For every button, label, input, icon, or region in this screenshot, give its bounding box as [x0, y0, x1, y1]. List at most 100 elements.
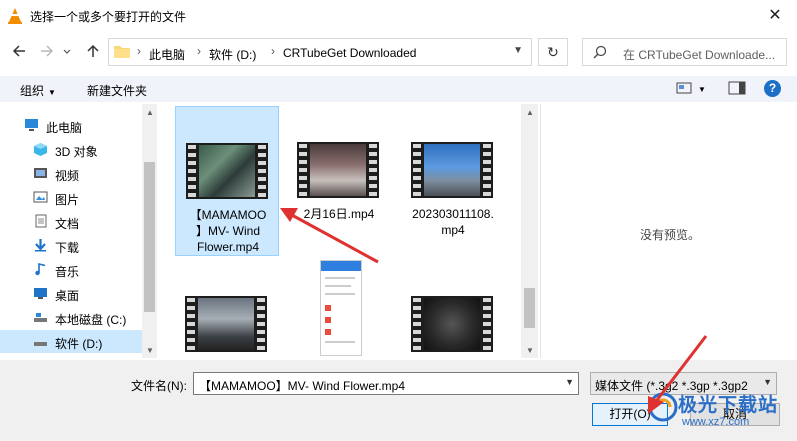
sidebar-item-music[interactable]: 音乐 — [0, 258, 142, 281]
organize-button[interactable]: 组织 ▼ — [20, 82, 56, 99]
navigation-pane: 此电脑 3D 对象 视频 图片 文档 下载 音乐 桌面 本地磁盘 (C:) 软件… — [0, 104, 157, 358]
search-placeholder: 在 CRTubeGet Downloade... — [623, 48, 776, 62]
scroll-down-icon[interactable]: ▼ — [526, 346, 534, 355]
watermark-url: www.xz7.com — [682, 416, 750, 428]
file-name-line: 】MV- Wind — [195, 224, 260, 238]
file-name-line: 【MAMAMOO — [189, 208, 267, 222]
file-list-scrollbar[interactable]: ▲ ▼ — [521, 104, 538, 358]
new-folder-button[interactable]: 新建文件夹 — [87, 82, 147, 99]
file-name-line: mp4 — [441, 223, 465, 237]
computer-icon — [25, 119, 38, 131]
sidebar-item-label: 桌面 — [55, 289, 80, 303]
watermark: 极光下载站 www.xz7.com — [644, 386, 794, 438]
sidebar-item-label: 3D 对象 — [55, 145, 98, 159]
refresh-icon: ↻ — [547, 44, 559, 60]
breadcrumb-separator: › — [271, 44, 275, 58]
film-strip-icon — [186, 143, 268, 199]
breadcrumb-this-pc[interactable]: 此电脑 — [149, 46, 185, 63]
file-item[interactable]: 2月16日.mp4 — [287, 106, 391, 256]
file-item[interactable]: 202303011108. mp4 — [401, 106, 505, 256]
file-item[interactable] — [401, 290, 505, 358]
scroll-up-icon[interactable]: ▲ — [146, 108, 154, 117]
drive-icon — [34, 313, 47, 322]
sidebar-item-drive-c[interactable]: 本地磁盘 (C:) — [0, 306, 142, 329]
forward-arrow-icon[interactable] — [38, 42, 56, 60]
desktop-icon — [34, 288, 47, 299]
video-thumbnail — [401, 296, 505, 356]
folder-icon — [114, 46, 130, 58]
sidebar-item-drive-d[interactable]: 软件 (D:) — [0, 330, 142, 353]
scroll-down-icon[interactable]: ▼ — [146, 346, 154, 355]
video-thumbnail — [287, 142, 391, 202]
scrollbar-thumb[interactable] — [524, 288, 535, 328]
breadcrumb-folder[interactable]: CRTubeGet Downloaded — [283, 46, 416, 60]
film-strip-icon — [185, 296, 267, 352]
sidebar-item-label: 文档 — [55, 217, 80, 231]
file-name: 2月16日.mp4 — [303, 207, 375, 221]
file-item[interactable]: 【MAMAMOO 】MV- Wind Flower.mp4 — [175, 106, 279, 256]
preview-pane: 没有预览。 — [540, 104, 797, 358]
sidebar-item-videos[interactable]: 视频 — [0, 162, 142, 185]
organize-label: 组织 — [20, 84, 45, 98]
file-name: 202303011108. mp4 — [401, 206, 505, 238]
file-item[interactable] — [287, 260, 391, 358]
picture-icon — [33, 191, 48, 203]
file-name: 【MAMAMOO 】MV- Wind Flower.mp4 — [176, 207, 280, 255]
refresh-button[interactable]: ↻ — [538, 38, 568, 66]
film-strip-icon — [411, 142, 493, 198]
sidebar-item-downloads[interactable]: 下载 — [0, 234, 142, 257]
caret-down-icon: ▼ — [48, 88, 56, 97]
navigation-bar: › 此电脑 › 软件 (D:) › CRTubeGet Downloaded ▼… — [0, 32, 797, 70]
view-mode-icon[interactable] — [676, 81, 692, 95]
close-icon[interactable]: ✕ — [763, 4, 787, 28]
sidebar-item-this-pc[interactable]: 此电脑 — [0, 114, 142, 137]
sidebar-scrollbar[interactable]: ▲ ▼ — [142, 104, 157, 358]
film-strip-icon — [297, 142, 379, 198]
preview-pane-icon[interactable] — [728, 81, 746, 95]
command-toolbar: 组织 ▼ 新建文件夹 ▼ ? — [0, 76, 797, 102]
sidebar-item-label: 音乐 — [55, 265, 80, 279]
back-arrow-icon[interactable] — [10, 42, 28, 60]
sidebar-item-label: 视频 — [55, 169, 80, 183]
vlc-cone-icon — [8, 8, 22, 24]
address-bar[interactable]: › 此电脑 › 软件 (D:) › CRTubeGet Downloaded ▼ — [108, 38, 532, 66]
recent-locations-icon[interactable] — [62, 42, 72, 60]
scrollbar-thumb[interactable] — [144, 162, 155, 312]
video-thumbnail — [176, 143, 280, 203]
title-bar: 选择一个或多个要打开的文件 ✕ — [0, 0, 797, 32]
search-icon — [593, 45, 607, 59]
sidebar-item-label: 图片 — [55, 193, 80, 207]
video-thumbnail — [401, 142, 505, 202]
sidebar-item-desktop[interactable]: 桌面 — [0, 282, 142, 305]
video-icon — [34, 168, 47, 178]
filename-label: 文件名(N): — [131, 379, 187, 393]
sidebar-item-pictures[interactable]: 图片 — [0, 186, 142, 209]
download-icon — [35, 239, 46, 252]
file-item[interactable] — [175, 290, 279, 358]
file-name-line: Flower.mp4 — [196, 240, 260, 254]
no-preview-text: 没有预览。 — [640, 228, 701, 242]
sidebar-item-documents[interactable]: 文档 — [0, 210, 142, 233]
help-icon[interactable]: ? — [764, 80, 781, 97]
breadcrumb-separator: › — [197, 44, 201, 58]
breadcrumb-drive-d[interactable]: 软件 (D:) — [209, 46, 256, 63]
chevron-down-icon[interactable]: ▼ — [565, 377, 574, 387]
watermark-text: 极光下载站 — [678, 395, 779, 416]
chevron-down-icon[interactable]: ▼ — [513, 45, 523, 56]
scroll-up-icon[interactable]: ▲ — [526, 108, 534, 117]
breadcrumb-separator: › — [137, 44, 141, 58]
sidebar-item-3d-objects[interactable]: 3D 对象 — [0, 138, 142, 161]
view-dropdown-icon[interactable]: ▼ — [698, 85, 706, 94]
sidebar-item-label: 软件 (D:) — [55, 337, 103, 351]
filename-value: 【MAMAMOO】MV- Wind Flower.mp4 — [199, 379, 406, 393]
sidebar-item-label: 此电脑 — [46, 121, 83, 135]
file-list: 【MAMAMOO 】MV- Wind Flower.mp4 2月16日.mp4 … — [157, 104, 521, 358]
sidebar-item-label: 下载 — [55, 241, 80, 255]
window-title: 选择一个或多个要打开的文件 — [30, 10, 187, 24]
filename-input[interactable]: 【MAMAMOO】MV- Wind Flower.mp4 ▼ — [193, 372, 579, 395]
music-icon — [35, 262, 46, 276]
up-arrow-icon[interactable] — [84, 42, 102, 60]
search-input[interactable]: 在 CRTubeGet Downloade... — [582, 38, 787, 66]
watermark-logo-icon — [648, 392, 678, 422]
video-thumbnail — [175, 296, 279, 356]
